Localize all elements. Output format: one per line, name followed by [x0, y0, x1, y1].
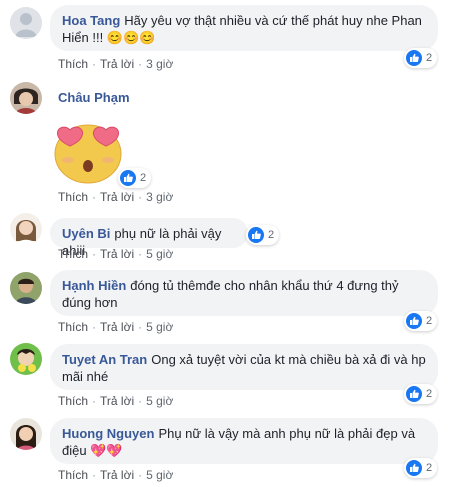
author-name[interactable]: Châu Phạm [58, 90, 130, 105]
separator: · [92, 247, 97, 261]
timestamp[interactable]: 3 giờ [146, 190, 173, 204]
comment-bubble: Hạnh Hiền đóng tủ thêmđe cho nhân khẩu th… [50, 270, 438, 316]
timestamp[interactable]: 5 giờ [146, 468, 173, 482]
reaction-number: 2 [426, 388, 433, 400]
reaction-count[interactable]: 2 [118, 168, 152, 188]
separator: · [138, 57, 143, 71]
comment-actions: Thích · Trả lời · 5 giờ [58, 247, 173, 261]
reply-link[interactable]: Trả lời [100, 394, 134, 408]
comment-bubble: Tuyet An Tran Ong xả tuyệt vời của kt mà … [50, 344, 438, 390]
avatar[interactable] [10, 343, 42, 375]
separator: · [138, 247, 143, 261]
reaction-count[interactable]: 2 [404, 384, 438, 404]
emoji-text: 😊😊😊 [106, 30, 156, 45]
like-link[interactable]: Thích [58, 57, 88, 71]
reply-link[interactable]: Trả lời [100, 247, 134, 261]
avatar[interactable] [10, 82, 42, 114]
separator: · [92, 320, 97, 334]
comment-actions: Thích · Trả lời · 3 giờ [58, 190, 173, 204]
thumbs-up-icon [248, 227, 264, 243]
reaction-count[interactable]: 2 [246, 225, 280, 245]
comment-actions: Thích · Trả lời · 5 giờ [58, 320, 173, 334]
reaction-count[interactable]: 2 [404, 48, 438, 68]
thumbs-up-icon [406, 313, 422, 329]
reaction-number: 2 [426, 315, 433, 327]
like-link[interactable]: Thích [58, 468, 88, 482]
timestamp[interactable]: 3 giờ [146, 57, 173, 71]
reaction-count[interactable]: 2 [404, 311, 438, 331]
reply-link[interactable]: Trả lời [100, 320, 134, 334]
timestamp[interactable]: 5 giờ [146, 394, 173, 408]
author-name[interactable]: Huong Nguyen [62, 426, 154, 441]
separator: · [92, 468, 97, 482]
separator: · [138, 320, 143, 334]
reaction-number: 2 [426, 462, 433, 474]
comment-bubble: Uyên Bi phụ nữ là phải vậy ahiii [50, 218, 248, 258]
like-link[interactable]: Thích [58, 320, 88, 334]
reaction-count[interactable]: 2 [404, 458, 438, 478]
avatar[interactable] [10, 272, 42, 304]
avatar[interactable] [10, 418, 42, 450]
separator: · [92, 57, 97, 71]
sparkling-heart-icon: 💖💖 [90, 443, 123, 458]
reaction-number: 2 [426, 52, 433, 64]
author-name[interactable]: Uyên Bi [62, 226, 110, 241]
like-link[interactable]: Thích [58, 247, 88, 261]
reaction-number: 2 [268, 229, 275, 241]
thumbs-up-icon [406, 50, 422, 66]
reply-link[interactable]: Trả lời [100, 190, 134, 204]
comment-bubble: Huong Nguyen Phụ nữ là vậy mà anh phụ nữ … [50, 418, 438, 464]
like-link[interactable]: Thích [58, 190, 88, 204]
separator: · [138, 468, 143, 482]
reply-link[interactable]: Trả lời [100, 468, 134, 482]
heart-eyes-sticker [48, 120, 128, 184]
comment-actions: Thích · Trả lời · 3 giờ [58, 57, 173, 71]
thumbs-up-icon [406, 460, 422, 476]
reply-link[interactable]: Trả lời [100, 57, 134, 71]
separator: · [92, 394, 97, 408]
author-name[interactable]: Hoa Tang [62, 13, 120, 28]
author-name[interactable]: Hạnh Hiền [62, 278, 126, 293]
avatar[interactable] [10, 7, 42, 39]
thumbs-up-icon [120, 170, 136, 186]
author-name[interactable]: Tuyet An Tran [62, 352, 147, 367]
comment-actions: Thích · Trả lời · 5 giờ [58, 394, 173, 408]
separator: · [138, 190, 143, 204]
timestamp[interactable]: 5 giờ [146, 320, 173, 334]
comment-bubble: Hoa Tang Hãy yêu vợ thật nhiều và cứ thế … [50, 5, 438, 51]
thumbs-up-icon [406, 386, 422, 402]
separator: · [92, 190, 97, 204]
separator: · [138, 394, 143, 408]
timestamp[interactable]: 5 giờ [146, 247, 173, 261]
avatar[interactable] [10, 213, 42, 245]
comment-actions: Thích · Trả lời · 5 giờ [58, 468, 173, 482]
reaction-number: 2 [140, 172, 147, 184]
like-link[interactable]: Thích [58, 394, 88, 408]
